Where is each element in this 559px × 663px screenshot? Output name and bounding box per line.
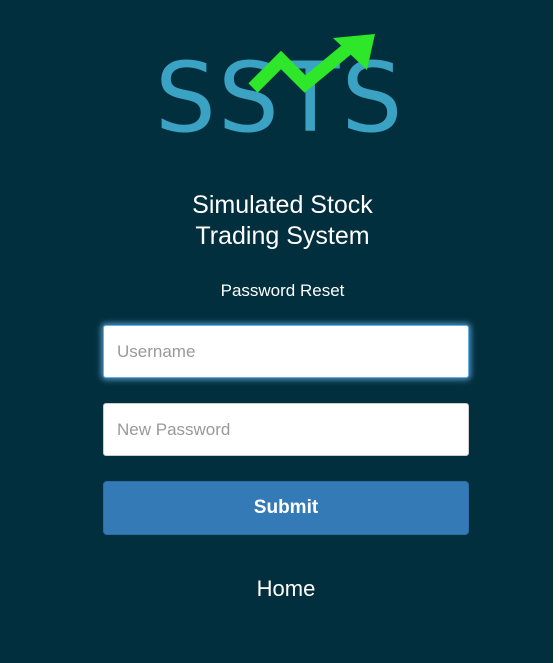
username-input[interactable] (103, 325, 469, 378)
home-link[interactable]: Home (0, 576, 559, 602)
new-password-input[interactable] (103, 403, 469, 456)
login-panel: SSTS Simulated Stock Trading System Pass… (0, 0, 553, 663)
ssts-logo: SSTS (155, 30, 417, 150)
app-title: Simulated Stock Trading System (0, 190, 559, 252)
rising-arrow-icon (248, 34, 375, 93)
app-title-line-1: Simulated Stock (192, 191, 373, 219)
page-subtitle: Password Reset (220, 281, 345, 300)
app-title-line-2: Trading System (195, 222, 370, 250)
submit-button[interactable]: Submit (103, 481, 469, 535)
